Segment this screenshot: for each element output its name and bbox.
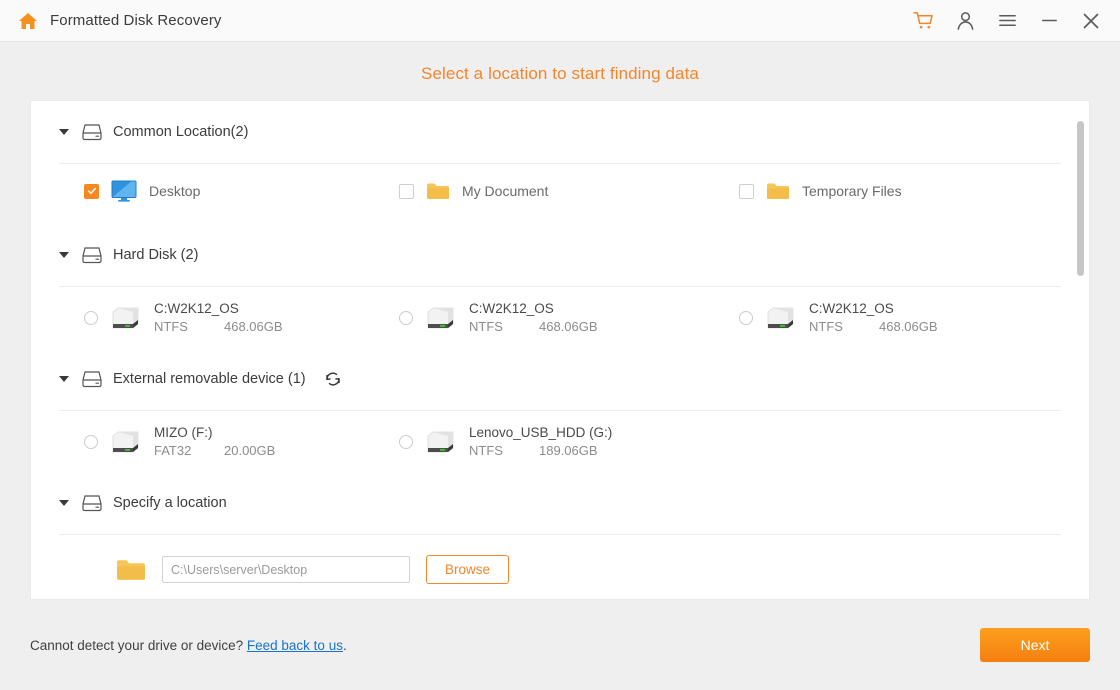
location-item-desktop[interactable]: Desktop <box>59 180 399 202</box>
footer-period: . <box>343 638 347 653</box>
hard-drive-icon <box>110 305 142 331</box>
disk-name: C:W2K12_OS <box>809 301 938 316</box>
disk-size: 189.06GB <box>539 443 598 458</box>
footer-question: Cannot detect your drive or device? <box>30 638 243 653</box>
checkbox-desktop[interactable] <box>84 184 99 199</box>
next-button[interactable]: Next <box>980 628 1090 662</box>
footer-message: Cannot detect your drive or device? Feed… <box>30 638 347 653</box>
disk-size: 20.00GB <box>224 443 275 458</box>
drive-outline-icon <box>81 493 103 513</box>
disk-item-hard-1[interactable]: C:W2K12_OS NTFS 468.06GB <box>399 301 739 334</box>
panel-scrollbar[interactable] <box>1077 111 1084 591</box>
location-label-my-document: My Document <box>462 183 548 199</box>
location-item-my-document[interactable]: My Document <box>399 180 739 202</box>
disk-filesystem: NTFS <box>809 319 857 334</box>
group-label-specify-location: Specify a location <box>113 495 227 511</box>
location-label-desktop: Desktop <box>149 183 200 199</box>
title-bar-controls <box>908 6 1106 36</box>
chevron-down-icon[interactable] <box>59 129 69 135</box>
hard-drive-icon <box>765 305 797 331</box>
page-title: Select a location to start finding data <box>0 42 1120 100</box>
cart-icon[interactable] <box>908 6 938 36</box>
account-icon[interactable] <box>950 6 980 36</box>
location-panel: Common Location(2) <box>30 100 1090 600</box>
radio-hard-disk-0[interactable] <box>84 311 98 325</box>
browse-button[interactable]: Browse <box>426 555 509 584</box>
group-label-common-location: Common Location(2) <box>113 124 248 140</box>
title-bar-left: Formatted Disk Recovery <box>18 12 222 30</box>
chevron-down-icon[interactable] <box>59 252 69 258</box>
chevron-down-icon[interactable] <box>59 376 69 382</box>
group-header-common-location[interactable]: Common Location(2) <box>59 101 1061 163</box>
group-header-external-device[interactable]: External removable device (1) <box>59 348 1061 410</box>
disk-name: Lenovo_USB_HDD (G:) <box>469 425 612 440</box>
disk-item-external-0[interactable]: MIZO (F:) FAT32 20.00GB <box>59 425 399 458</box>
disk-name: MIZO (F:) <box>154 425 275 440</box>
disk-meta: NTFS 468.06GB <box>469 319 598 334</box>
app-title: Formatted Disk Recovery <box>50 12 222 29</box>
app-window: Formatted Disk Recovery <box>0 0 1120 690</box>
disk-meta: FAT32 20.00GB <box>154 443 275 458</box>
folder-icon <box>426 181 450 201</box>
disk-name: C:W2K12_OS <box>154 301 283 316</box>
monitor-icon <box>111 180 137 202</box>
radio-hard-disk-2[interactable] <box>739 311 753 325</box>
disk-size: 468.06GB <box>224 319 283 334</box>
location-label-temporary-files: Temporary Files <box>802 183 902 199</box>
radio-external-0[interactable] <box>84 435 98 449</box>
external-device-row: MIZO (F:) FAT32 20.00GB <box>59 411 1061 472</box>
disk-item-hard-0[interactable]: C:W2K12_OS NTFS 468.06GB <box>59 301 399 334</box>
scrollbar-thumb[interactable] <box>1077 121 1084 276</box>
location-item-temporary-files[interactable]: Temporary Files <box>739 180 1079 202</box>
title-bar: Formatted Disk Recovery <box>0 0 1120 42</box>
disk-info: MIZO (F:) FAT32 20.00GB <box>154 425 275 458</box>
disk-size: 468.06GB <box>539 319 598 334</box>
disk-item-hard-2[interactable]: C:W2K12_OS NTFS 468.06GB <box>739 301 1079 334</box>
location-list: Common Location(2) <box>31 101 1089 600</box>
minimize-icon[interactable] <box>1034 6 1064 36</box>
menu-icon[interactable] <box>992 6 1022 36</box>
disk-name: C:W2K12_OS <box>469 301 598 316</box>
group-header-specify-location[interactable]: Specify a location <box>59 472 1061 534</box>
drive-outline-icon <box>81 369 103 389</box>
folder-icon <box>766 181 790 201</box>
disk-info: Lenovo_USB_HDD (G:) NTFS 189.06GB <box>469 425 612 458</box>
radio-external-1[interactable] <box>399 435 413 449</box>
chevron-down-icon[interactable] <box>59 500 69 506</box>
hard-drive-icon <box>425 305 457 331</box>
disk-filesystem: NTFS <box>154 319 202 334</box>
drive-outline-icon <box>81 245 103 265</box>
disk-meta: NTFS 189.06GB <box>469 443 612 458</box>
specify-location-row: Browse <box>59 535 1061 600</box>
disk-info: C:W2K12_OS NTFS 468.06GB <box>154 301 283 334</box>
radio-hard-disk-1[interactable] <box>399 311 413 325</box>
feedback-link[interactable]: Feed back to us <box>247 638 343 653</box>
disk-meta: NTFS 468.06GB <box>809 319 938 334</box>
disk-item-external-1[interactable]: Lenovo_USB_HDD (G:) NTFS 189.06GB <box>399 425 739 458</box>
folder-icon <box>116 557 146 582</box>
group-label-external-device: External removable device (1) <box>113 371 306 387</box>
disk-filesystem: NTFS <box>469 443 517 458</box>
hard-drive-icon <box>110 429 142 455</box>
path-input[interactable] <box>162 556 410 583</box>
checkbox-temporary-files[interactable] <box>739 184 754 199</box>
home-icon[interactable] <box>18 12 38 30</box>
close-icon[interactable] <box>1076 6 1106 36</box>
disk-filesystem: NTFS <box>469 319 517 334</box>
disk-filesystem: FAT32 <box>154 443 202 458</box>
drive-outline-icon <box>81 122 103 142</box>
checkbox-my-document[interactable] <box>399 184 414 199</box>
footer-bar: Cannot detect your drive or device? Feed… <box>0 600 1120 690</box>
disk-size: 468.06GB <box>879 319 938 334</box>
group-header-hard-disk[interactable]: Hard Disk (2) <box>59 224 1061 286</box>
disk-meta: NTFS 468.06GB <box>154 319 283 334</box>
disk-info: C:W2K12_OS NTFS 468.06GB <box>809 301 938 334</box>
refresh-icon[interactable] <box>324 370 342 388</box>
hard-drive-icon <box>425 429 457 455</box>
group-label-hard-disk: Hard Disk (2) <box>113 247 198 263</box>
hard-disk-row: C:W2K12_OS NTFS 468.06GB <box>59 287 1061 348</box>
common-location-row: Desktop My Document <box>59 164 1061 224</box>
disk-info: C:W2K12_OS NTFS 468.06GB <box>469 301 598 334</box>
